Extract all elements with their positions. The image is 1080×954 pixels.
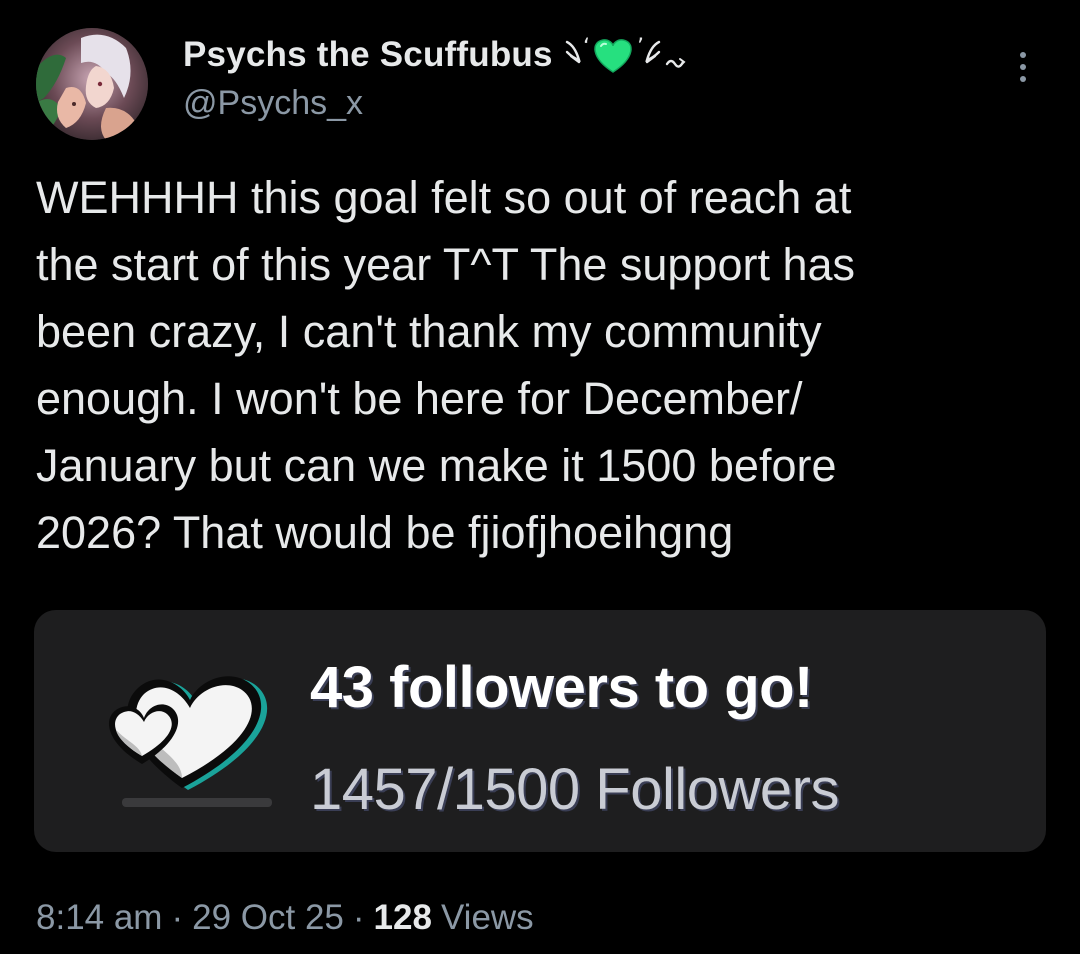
- goal-title: 43 followers to go!: [310, 655, 813, 720]
- author-handle[interactable]: @Psychs_x: [183, 84, 363, 123]
- svg-text:‘: ‘: [583, 35, 590, 60]
- double-heart-icon: [86, 648, 300, 828]
- tweet-date[interactable]: 29 Oct 25: [192, 898, 344, 938]
- views-count[interactable]: 128: [374, 898, 432, 938]
- follower-goal-card[interactable]: 43 followers to go! 1457/1500 Followers: [34, 610, 1046, 852]
- views-label: Views: [440, 898, 534, 937]
- tweet-meta: 8:14 am · 29 Oct 25 · 128 Views: [36, 895, 534, 941]
- svg-text:’: ’: [637, 35, 644, 60]
- goal-progress-text: 1457/1500 Followers: [310, 757, 839, 822]
- more-vertical-icon[interactable]: [1006, 42, 1040, 92]
- tweet-time[interactable]: 8:14 am: [36, 898, 162, 938]
- tweet-text: WEHHHH this goal felt so out of reach at…: [36, 172, 856, 558]
- author-name-row[interactable]: Psychs the Scuffubus ‘ ’: [183, 32, 711, 78]
- display-name[interactable]: Psychs the Scuffubus: [183, 35, 553, 75]
- ribbon-heart-emoji-icon: ‘ ’: [561, 32, 711, 78]
- tweet: Psychs the Scuffubus ‘ ’ @Psychs_x WEHHH…: [0, 0, 1080, 954]
- meta-separator: ·: [352, 898, 365, 937]
- meta-separator: ·: [171, 898, 184, 937]
- avatar-image: [36, 28, 148, 140]
- avatar[interactable]: [36, 28, 148, 140]
